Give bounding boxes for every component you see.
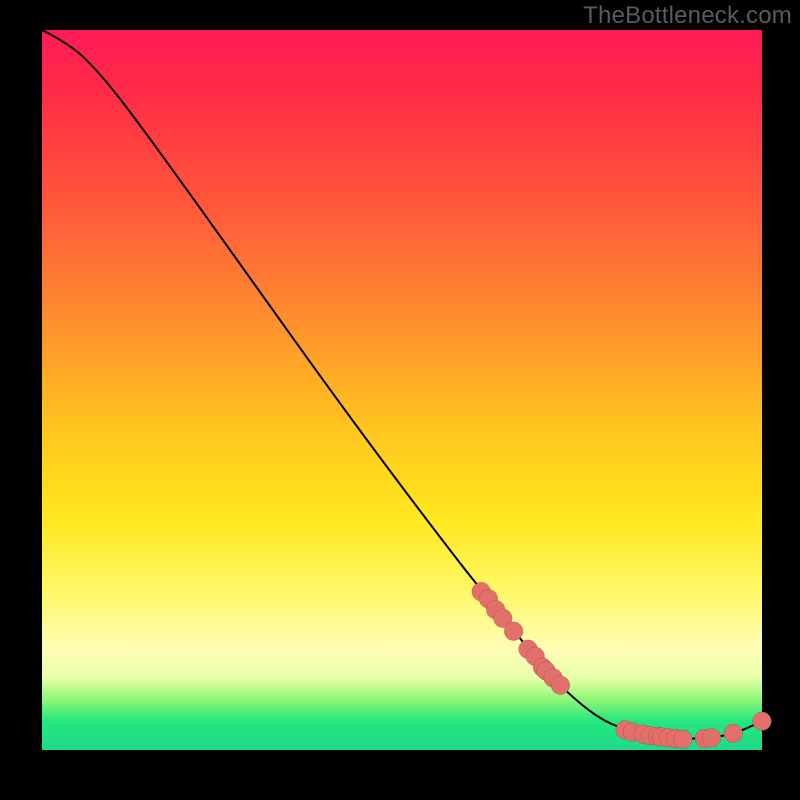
- data-point: [504, 622, 523, 641]
- bottleneck-curve: [42, 30, 762, 739]
- data-point: [702, 728, 721, 747]
- data-point: [551, 676, 570, 695]
- data-point: [724, 724, 743, 743]
- watermark-text: TheBottleneck.com: [583, 2, 792, 30]
- data-points: [472, 582, 772, 748]
- plot-area: [42, 30, 762, 750]
- chart-svg: [42, 30, 762, 750]
- data-point: [753, 712, 772, 731]
- data-point: [673, 730, 692, 749]
- chart-stage: TheBottleneck.com: [0, 0, 800, 800]
